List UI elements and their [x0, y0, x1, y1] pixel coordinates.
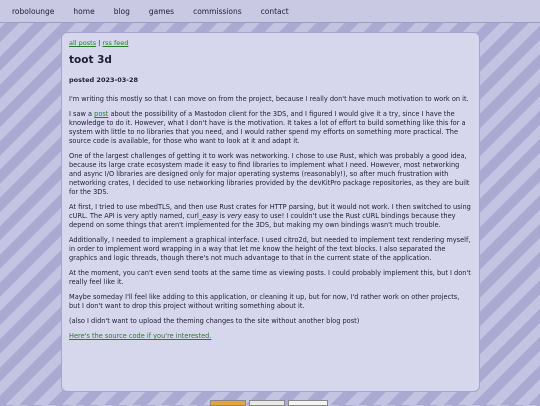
paragraph-3: One of the largest challenges of getting… [69, 152, 470, 196]
paragraph-7: Maybe someday I'll feel like adding to t… [69, 293, 460, 310]
nav-home[interactable]: home [73, 7, 94, 16]
all-posts-link[interactable]: all posts [69, 39, 96, 47]
post-date: posted 2023-03-28 [69, 76, 138, 84]
badge-button[interactable] [288, 400, 328, 406]
emphasis-very: very [227, 212, 242, 220]
post-title: toot 3d [69, 54, 112, 66]
paragraph-2: I saw a post about the possibility of a … [69, 110, 472, 146]
paragraph-5: Additionally, I needed to implement a gr… [69, 236, 471, 262]
paragraph-source: Here's the source code if you're interes… [69, 332, 472, 341]
nav-blog[interactable]: blog [114, 7, 130, 16]
post-links: all posts | rss feed [69, 39, 472, 47]
badge-button[interactable] [210, 400, 246, 406]
source-code-link[interactable]: Here's the source code if you're interes… [69, 332, 211, 340]
footer-badges [210, 400, 328, 406]
paragraph-2-text-a: I saw a [69, 110, 95, 118]
paragraph-6: At the moment, you can't even send toots… [69, 269, 471, 286]
paragraph-2-text-b: about the possibility of a Mastodon clie… [69, 110, 466, 145]
paragraph-4: At first, I tried to use mbedTLS, and th… [69, 203, 472, 230]
nav-commissions[interactable]: commissions [193, 7, 242, 16]
nav-games[interactable]: games [149, 7, 174, 16]
paragraph-1: I'm writing this mostly so that I can mo… [69, 95, 469, 103]
emphasis-easy: easy [202, 212, 218, 220]
nav-contact[interactable]: contact [261, 7, 289, 16]
rss-feed-link[interactable]: rss feed [102, 39, 128, 47]
mastodon-post-link[interactable]: post [94, 110, 108, 118]
top-navigation: robolounge home blog games commissions c… [0, 0, 540, 23]
paragraph-4-text-b: is [217, 212, 228, 220]
badge-button[interactable] [249, 400, 285, 406]
nav-robolounge[interactable]: robolounge [12, 7, 54, 16]
link-separator: | [98, 39, 101, 47]
paragraph-8: (also I didn't want to upload the themin… [69, 317, 360, 325]
blog-post-card: all posts | rss feed toot 3d posted 2023… [61, 32, 480, 392]
